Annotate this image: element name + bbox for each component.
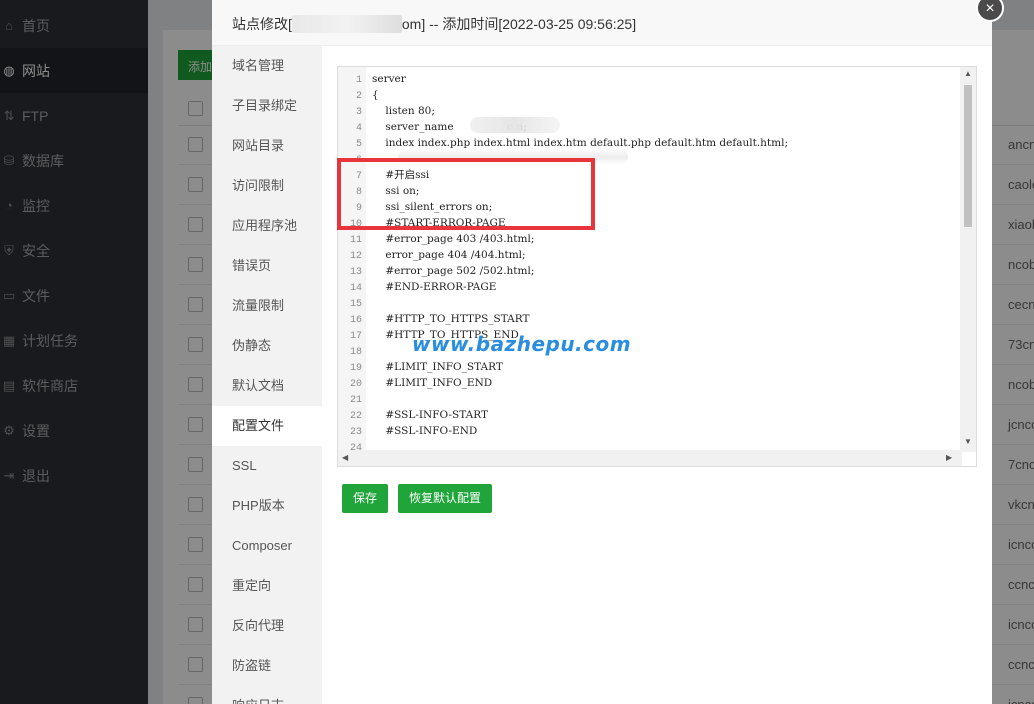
code-text: #error_page 502 /502.html; — [372, 265, 535, 277]
dialog-tab[interactable]: 域名管理 — [212, 46, 322, 86]
watermark-text: www.bazhepu.com — [412, 332, 632, 356]
ssi-highlight-box — [337, 158, 595, 230]
editor-horizontal-scrollbar[interactable]: ◀ ▶ — [338, 450, 962, 466]
code-text: #HTTP_TO_HTTPS_START — [372, 313, 530, 325]
title-prefix: 站点修改[ — [232, 16, 292, 32]
dialog-tab[interactable]: 流量限制 — [212, 286, 322, 326]
code-line: 13 #error_page 502 /502.html; — [338, 263, 958, 279]
code-text: error_page 404 /404.html; — [372, 249, 526, 261]
code-line: 3 listen 80; — [338, 103, 958, 119]
code-line: 15 — [338, 295, 958, 311]
dialog-tab[interactable]: 网站目录 — [212, 126, 322, 166]
dialog-tab[interactable]: 伪静态 — [212, 326, 322, 366]
code-line: 11 #error_page 403 /403.html; — [338, 231, 958, 247]
code-line: 19 #LIMIT_INFO_START — [338, 359, 958, 375]
editor-vertical-scrollbar[interactable]: ▲ ▼ — [960, 67, 976, 452]
dialog-tab[interactable]: 配置文件 — [212, 406, 322, 446]
restore-default-button[interactable]: 恢复默认配置 — [398, 484, 492, 513]
code-text: #LIMIT_INFO_START — [372, 361, 503, 373]
save-button[interactable]: 保存 — [342, 484, 388, 513]
dialog-tabs: 域名管理 子目录绑定 网站目录 访问限制 应用程序池 错误页 流量限制 伪静态 默认文档 配置文件… — [212, 46, 322, 704]
code-text: listen 80; — [372, 105, 435, 117]
redacted-server-name — [470, 117, 560, 133]
dialog-tab[interactable]: 访问限制 — [212, 166, 322, 206]
dialog-tab[interactable]: 错误页 — [212, 246, 322, 286]
scroll-up-icon[interactable]: ▲ — [964, 69, 972, 78]
code-line: 4 server_name om; — [338, 119, 958, 135]
dialog-tab[interactable]: 反向代理 — [212, 606, 322, 646]
scroll-thumb[interactable] — [964, 85, 972, 227]
scroll-down-icon[interactable]: ▼ — [964, 437, 972, 446]
code-text: server — [372, 73, 406, 85]
scroll-left-icon[interactable]: ◀ — [342, 453, 348, 462]
config-editor[interactable]: 1 server 2{3 listen 80; 4 server_name om; 5 … — [337, 66, 977, 467]
dialog-tab[interactable]: 响应日志 — [212, 686, 322, 704]
code-line: 22 #SSL-INFO-START — [338, 407, 958, 423]
dialog-tab[interactable]: 默认文档 — [212, 366, 322, 406]
code-line: 20 #LIMIT_INFO_END — [338, 375, 958, 391]
code-line: 2{ — [338, 87, 958, 103]
dialog-tab[interactable]: 子目录绑定 — [212, 86, 322, 126]
code-line: 23 #SSL-INFO-END — [338, 423, 958, 439]
code-text: #SSL-INFO-START — [372, 409, 488, 421]
code-text: #SSL-INFO-END — [372, 425, 478, 437]
code-line: 12 error_page 404 /404.html; — [338, 247, 958, 263]
dialog-title: 站点修改[ om] -- 添加时间[2022-03-25 09:56:25] — [212, 0, 992, 46]
code-line: 16 #HTTP_TO_HTTPS_START — [338, 311, 958, 327]
code-line: 14 #END-ERROR-PAGE — [338, 279, 958, 295]
code-text: { — [372, 89, 379, 101]
code-text: #LIMIT_INFO_END — [372, 377, 493, 389]
code-line: 21 — [338, 391, 958, 407]
code-line: 1 server — [338, 71, 958, 87]
title-suffix: om] -- 添加时间[2022-03-25 09:56:25] — [401, 16, 637, 32]
code-text: #error_page 403 /403.html; — [372, 233, 535, 245]
dialog-tab[interactable]: 防盗链 — [212, 646, 322, 686]
dialog-tab[interactable]: 重定向 — [212, 566, 322, 606]
dialog-tab[interactable]: PHP版本 — [212, 486, 322, 526]
scroll-right-icon[interactable]: ▶ — [946, 453, 952, 462]
redacted-domain — [291, 15, 402, 33]
code-text: #END-ERROR-PAGE — [372, 281, 497, 293]
dialog-tab[interactable]: 应用程序池 — [212, 206, 322, 246]
dialog-tab[interactable]: SSL — [212, 446, 322, 486]
dialog-tab[interactable]: Composer — [212, 526, 322, 566]
